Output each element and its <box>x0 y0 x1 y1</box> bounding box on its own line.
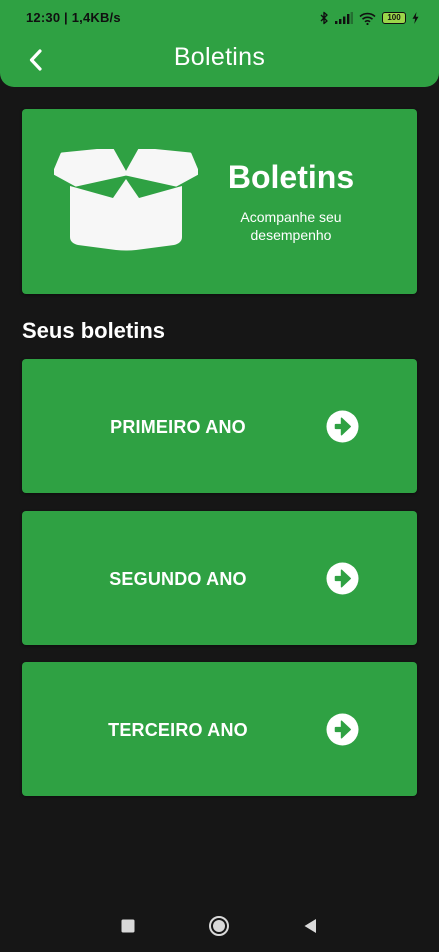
battery-icon: 100 <box>382 12 406 24</box>
app-bar: Boletins <box>0 34 439 87</box>
bluetooth-icon <box>320 11 328 25</box>
recent-apps-icon <box>121 919 135 933</box>
status-bar: 12:30 | 1,4KB/s 100 <box>0 0 439 34</box>
third-year-card[interactable]: TERCEIRO ANO <box>22 662 417 796</box>
hero-subtitle: Acompanhe seu desempenho <box>240 209 342 243</box>
second-year-card[interactable]: SEGUNDO ANO <box>22 511 417 645</box>
signal-icon <box>335 12 353 24</box>
first-year-card[interactable]: PRIMEIRO ANO <box>22 359 417 493</box>
status-time: 12:30 | 1,4KB/s <box>26 10 121 25</box>
arrow-right-circle-icon <box>326 410 359 443</box>
home-button[interactable] <box>207 914 231 938</box>
battery-level: 100 <box>387 13 401 22</box>
system-back-button[interactable] <box>298 914 322 938</box>
back-icon <box>304 919 316 933</box>
hero-card: Boletins Acompanhe seu desempenho <box>22 109 417 294</box>
year-label: SEGUNDO ANO <box>109 569 247 589</box>
year-label: TERCEIRO ANO <box>108 720 248 740</box>
open-box-icon <box>54 149 198 251</box>
home-icon <box>209 916 229 936</box>
charging-icon <box>412 12 419 24</box>
page-title: Boletins <box>173 43 266 71</box>
arrow-right-circle-icon <box>326 713 359 746</box>
status-icons: 100 <box>320 9 419 27</box>
year-label: PRIMEIRO ANO <box>110 417 246 437</box>
arrow-right-circle-icon <box>326 562 359 595</box>
wifi-icon <box>359 12 376 25</box>
hero-title: Boletins <box>227 159 355 195</box>
section-title: Seus boletins <box>22 318 166 343</box>
recent-apps-button[interactable] <box>116 914 140 938</box>
system-nav-bar <box>0 900 439 952</box>
